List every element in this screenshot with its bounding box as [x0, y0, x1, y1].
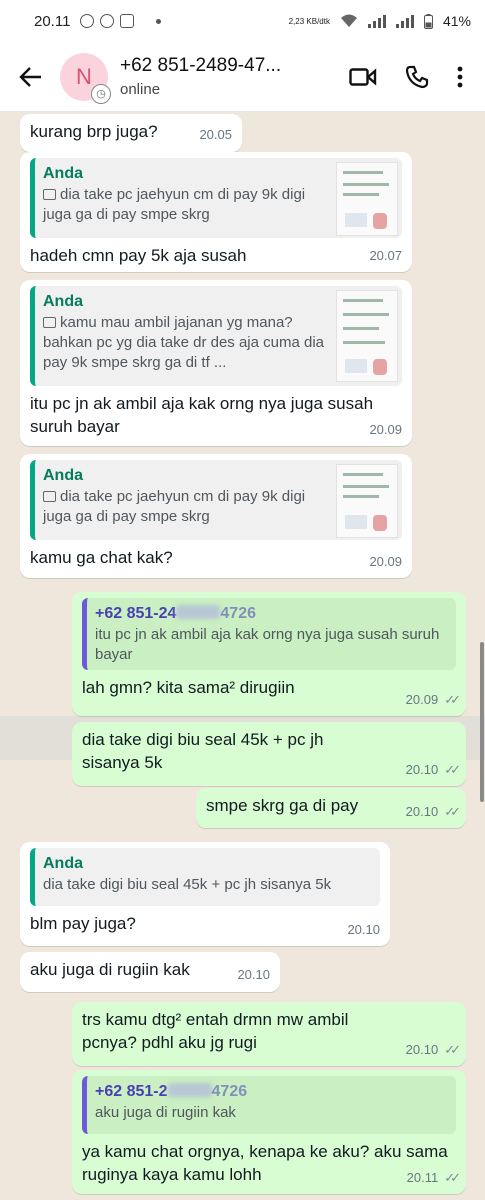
message-time: 20.11	[406, 1170, 439, 1185]
quoted-text: dia take digi biu seal 45k + pc jh sisan…	[43, 876, 332, 893]
network-speed: 2,23 KB/dtk	[288, 16, 330, 26]
message-time: 20.07	[369, 248, 402, 263]
quoted-author-tail: 4726	[211, 1083, 248, 1100]
quoted-text: aku juga di rugiin kak	[95, 1104, 236, 1121]
battery-icon	[423, 13, 433, 29]
signal-1-icon	[367, 14, 386, 28]
quoted-message[interactable]: Anda dia take pc jaehyun cm di pay 9k di…	[30, 460, 402, 540]
redacted-number	[176, 605, 221, 619]
read-receipt-icon: ✓✓	[444, 762, 461, 777]
back-arrow-icon[interactable]	[16, 62, 46, 92]
message-text: dia take digi biu seal 45k + pc jh sisan…	[82, 730, 324, 772]
message-time: 20.10	[405, 1042, 439, 1057]
message-text: aku juga di rugiin kak	[30, 960, 190, 979]
message-time: 20.10	[347, 922, 380, 937]
quoted-message[interactable]: Anda dia take pc jaehyun cm di pay 9k di…	[30, 158, 402, 238]
message-time: 20.09	[369, 554, 402, 569]
quoted-author: Anda	[43, 855, 83, 872]
message-text: trs kamu dtg² entah drmn mw ambil pcnya?…	[82, 1010, 349, 1052]
line-notification-icon	[100, 14, 115, 28]
notification-icons	[80, 14, 135, 28]
quoted-image-thumbnail	[336, 464, 398, 538]
message-text: lah gmn? kita sama² dirugiin	[82, 678, 295, 697]
signal-2-icon	[395, 14, 414, 28]
avatar-initial: N	[76, 63, 92, 89]
photo-icon	[43, 189, 56, 200]
quoted-message[interactable]: Anda dia take digi biu seal 45k + pc jh …	[30, 848, 380, 906]
message-bubble-incoming[interactable]: Anda dia take pc jaehyun cm di pay 9k di…	[20, 454, 412, 578]
message-bubble-outgoing[interactable]: dia take digi biu seal 45k + pc jh sisan…	[72, 722, 466, 786]
contact-info[interactable]: +62 851-2489-47... online	[120, 55, 310, 98]
message-bubble-outgoing[interactable]: +62 851-2 4726 aku juga di rugiin kak ya …	[72, 1070, 466, 1194]
message-time: 20.09	[405, 692, 439, 707]
message-time: 20.09	[369, 422, 402, 437]
whatsapp-notification-icon	[80, 14, 95, 28]
contact-status: online	[120, 81, 161, 98]
quoted-author: +62 851-2	[95, 1083, 168, 1100]
message-bubble-outgoing[interactable]: +62 851-24 4726 itu pc jn ak ambil aja ka…	[72, 592, 466, 716]
quoted-author: Anda	[43, 467, 83, 484]
read-receipt-icon: ✓✓	[444, 692, 461, 707]
shop-notification-icon	[120, 14, 135, 28]
photo-icon	[43, 317, 56, 328]
message-bubble-incoming[interactable]: Anda dia take digi biu seal 45k + pc jh …	[20, 842, 390, 946]
avatar[interactable]: N ◷	[60, 52, 111, 104]
disappearing-timer-icon: ◷	[91, 83, 111, 104]
message-time: 20.05	[199, 127, 232, 142]
wifi-icon	[340, 14, 357, 27]
quoted-text: dia take pc jaehyun cm di pay 9k digi ju…	[43, 488, 306, 525]
read-receipt-icon: ✓✓	[444, 1170, 461, 1185]
message-bubble-outgoing[interactable]: trs kamu dtg² entah drmn mw ambil pcnya?…	[72, 1002, 466, 1066]
read-receipt-icon: ✓✓	[444, 1042, 461, 1057]
quoted-message[interactable]: +62 851-2 4726 aku juga di rugiin kak	[82, 1076, 456, 1134]
message-bubble-incoming[interactable]: Anda kamu mau ambil jajanan yg mana? bah…	[20, 280, 412, 446]
quoted-author: Anda	[43, 293, 83, 310]
message-time: 20.10	[237, 967, 270, 982]
quoted-image-thumbnail	[336, 162, 398, 236]
quoted-text: dia take pc jaehyun cm di pay 9k digi ju…	[43, 186, 306, 223]
chat-area[interactable]: kurang brp juga? 20.05 Anda dia take pc …	[0, 112, 485, 1200]
message-text: kamu ga chat kak?	[30, 548, 173, 567]
quoted-author-tail: 4726	[220, 605, 256, 622]
video-call-icon[interactable]	[349, 67, 377, 87]
message-bubble-outgoing[interactable]: smpe skrg ga di pay 20.10 ✓✓	[196, 788, 466, 828]
quoted-message[interactable]: Anda kamu mau ambil jajanan yg mana? bah…	[30, 286, 402, 386]
quoted-message[interactable]: +62 851-24 4726 itu pc jn ak ambil aja ka…	[82, 598, 456, 670]
message-text: ya kamu chat orgnya, kenapa ke aku? aku …	[82, 1142, 448, 1184]
quoted-text: itu pc jn ak ambil aja kak orng nya juga…	[95, 626, 440, 663]
quoted-author: +62 851-24	[95, 605, 177, 622]
status-time: 20.11	[34, 12, 71, 30]
more-options-icon[interactable]	[457, 66, 463, 88]
quoted-author: Anda	[43, 165, 83, 182]
chat-scrollbar[interactable]	[480, 642, 484, 802]
message-bubble-incoming[interactable]: aku juga di rugiin kak 20.10	[20, 952, 280, 992]
message-bubble-incoming[interactable]: Anda dia take pc jaehyun cm di pay 9k di…	[20, 152, 412, 272]
status-bar: 20.11 2,23 KB/dtk 41%	[0, 0, 485, 42]
read-receipt-icon: ✓✓	[444, 804, 461, 819]
quoted-image-thumbnail	[336, 290, 398, 382]
photo-icon	[43, 491, 56, 502]
message-bubble-incoming[interactable]: kurang brp juga? 20.05	[20, 114, 242, 152]
voice-call-icon[interactable]	[405, 65, 429, 89]
battery-percent: 41%	[442, 13, 471, 29]
more-notifications-dot-icon	[156, 18, 162, 24]
message-time: 20.10	[405, 804, 439, 819]
message-text: itu pc jn ak ambil aja kak orng nya juga…	[30, 394, 374, 436]
message-time: 20.10	[405, 762, 439, 777]
redacted-number	[167, 1083, 212, 1097]
chat-header: N ◷ +62 851-2489-47... online	[0, 42, 485, 112]
contact-name: +62 851-2489-47...	[120, 55, 282, 76]
quoted-text: kamu mau ambil jajanan yg mana? bahkan p…	[43, 314, 325, 371]
